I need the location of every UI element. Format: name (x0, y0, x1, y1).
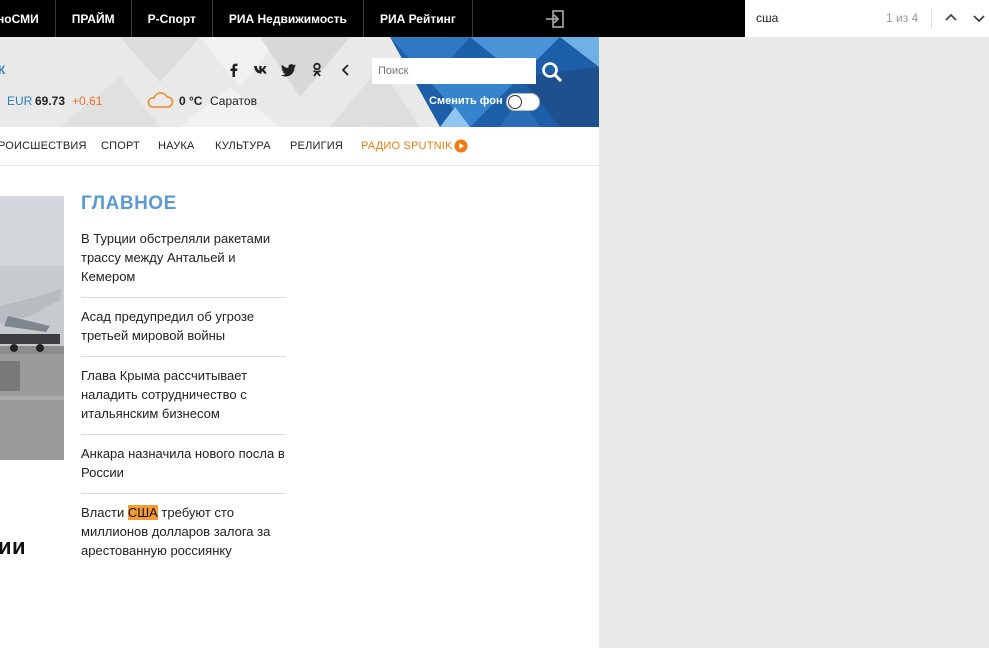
facebook-icon[interactable] (226, 62, 242, 78)
section-title[interactable]: ГЛАВНОЕ (81, 193, 177, 215)
search-highlight[interactable]: США (127, 505, 158, 520)
news-text[interactable]: Глава Крыма рассчитывает наладить сотруд… (81, 368, 247, 421)
twitter-icon[interactable] (281, 62, 297, 78)
aircraft-image (0, 196, 64, 460)
top-nav: ноСМИ ПРАЙМ Р-Спорт РИА Недвижимость РИА… (0, 0, 473, 37)
chevron-left-icon[interactable] (338, 62, 354, 78)
news-divider (81, 493, 286, 494)
chevron-down-icon[interactable] (970, 9, 988, 27)
search-input[interactable] (372, 58, 536, 84)
cloud-icon (147, 92, 174, 108)
news-item[interactable]: В Турции обстреляли ракетами трассу межд… (81, 229, 286, 286)
topnav-item-rating[interactable]: РИА Рейтинг (364, 0, 473, 37)
find-query[interactable]: сша (756, 11, 778, 25)
news-item[interactable]: Глава Крыма рассчитывает наладить сотруд… (81, 366, 286, 423)
category-religion[interactable]: РЕЛИГИЯ (290, 140, 343, 152)
news-text[interactable]: Анкара назначила нового посла в России (81, 446, 285, 480)
category-radio-sputnik[interactable]: РАДИО SPUTNIK (361, 140, 453, 152)
login-icon[interactable] (545, 9, 565, 29)
news-item[interactable]: Анкара назначила нового посла в России (81, 444, 286, 482)
topnav-item-realty[interactable]: РИА Недвижимость (213, 0, 364, 37)
category-sport[interactable]: СПОРТ (101, 140, 140, 152)
topnav-item-rsport[interactable]: Р-Спорт (132, 0, 213, 37)
news-divider (81, 434, 286, 435)
category-incidents[interactable]: РОИСШЕСТВИЯ (0, 140, 87, 152)
header-cut-link[interactable]: К (0, 63, 5, 77)
news-divider (81, 356, 286, 357)
find-bar: сша 1 из 4 (745, 0, 989, 37)
page: К EUR 69.73 +0.61 0 °C Саратов Поиск Сме… (0, 37, 599, 648)
find-count: 1 из 4 (886, 11, 919, 25)
toggle-knob (508, 95, 522, 109)
main-headline[interactable]: ии (0, 534, 26, 560)
category-culture[interactable]: КУЛЬТУРА (215, 140, 271, 152)
bg-toggle-label: Сменить фон (429, 95, 503, 107)
empty-area (599, 37, 989, 648)
vk-icon[interactable] (253, 62, 269, 78)
find-separator (931, 8, 932, 29)
play-icon[interactable] (454, 139, 468, 153)
news-text[interactable]: В Турции обстреляли ракетами трассу межд… (81, 231, 270, 284)
header: К EUR 69.73 +0.61 0 °C Саратов Поиск Сме… (0, 37, 599, 127)
currency-value: 69.73 (35, 94, 66, 108)
news-divider (81, 297, 286, 298)
currency-change: +0.61 (72, 94, 103, 108)
search-icon[interactable] (540, 60, 564, 84)
weather-city[interactable]: Саратов (210, 94, 257, 108)
news-item[interactable]: Власти США требуют сто миллионов долларо… (81, 503, 286, 560)
category-nav: РОИСШЕСТВИЯ СПОРТ НАУКА КУЛЬТУРА РЕЛИГИЯ… (0, 127, 599, 166)
news-text[interactable]: Асад предупредил об угрозе третьей миров… (81, 309, 254, 343)
topnav-item-inosmi[interactable]: ноСМИ (0, 0, 56, 37)
category-science[interactable]: НАУКА (158, 140, 195, 152)
weather-temp: 0 °C (179, 94, 203, 108)
topnav-item-prime[interactable]: ПРАЙМ (56, 0, 132, 37)
odnoklassniki-icon[interactable] (309, 62, 325, 78)
news-item[interactable]: Асад предупредил об угрозе третьей миров… (81, 307, 286, 345)
main-photo[interactable] (0, 196, 64, 460)
bg-toggle[interactable] (506, 93, 540, 111)
currency-label: EUR (7, 94, 33, 108)
news-text-before[interactable]: Власти (81, 505, 128, 520)
chevron-up-icon[interactable] (942, 9, 960, 27)
